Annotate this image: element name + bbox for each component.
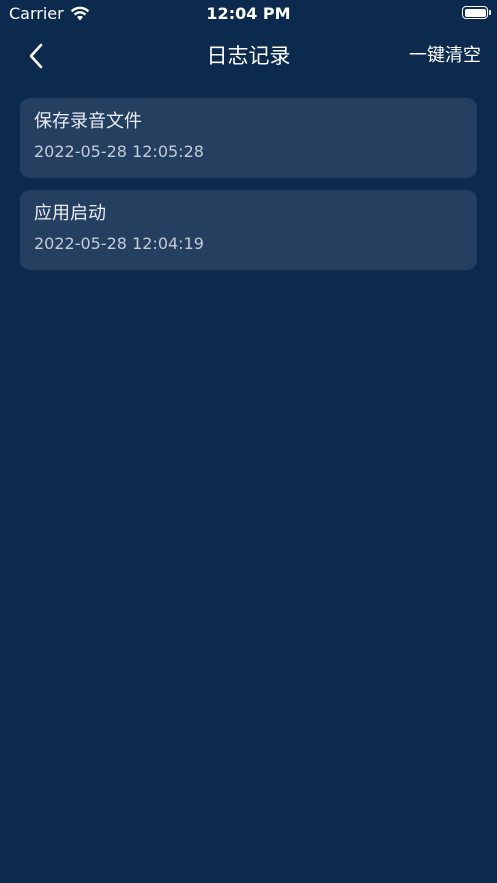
log-item-title: 应用启动: [34, 203, 106, 224]
battery-fill: [464, 8, 486, 17]
log-item[interactable]: 保存录音文件 2022-05-28 12:05:28: [20, 98, 477, 178]
status-bar: Carrier 12:04 PM: [0, 0, 497, 28]
log-item[interactable]: 应用启动 2022-05-28 12:04:19: [20, 190, 477, 270]
log-list: 保存录音文件 2022-05-28 12:05:28 应用启动 2022-05-28 …: [20, 98, 477, 282]
status-time: 12:04 PM: [206, 4, 291, 23]
log-item-time: 2022-05-28 12:05:28: [34, 142, 204, 161]
navigation-bar: 日志记录 一键清空: [0, 34, 497, 78]
battery-icon: [462, 6, 491, 19]
log-item-time: 2022-05-28 12:04:19: [34, 234, 204, 253]
clear-all-button[interactable]: 一键清空: [409, 44, 481, 68]
log-item-title: 保存录音文件: [34, 111, 142, 132]
